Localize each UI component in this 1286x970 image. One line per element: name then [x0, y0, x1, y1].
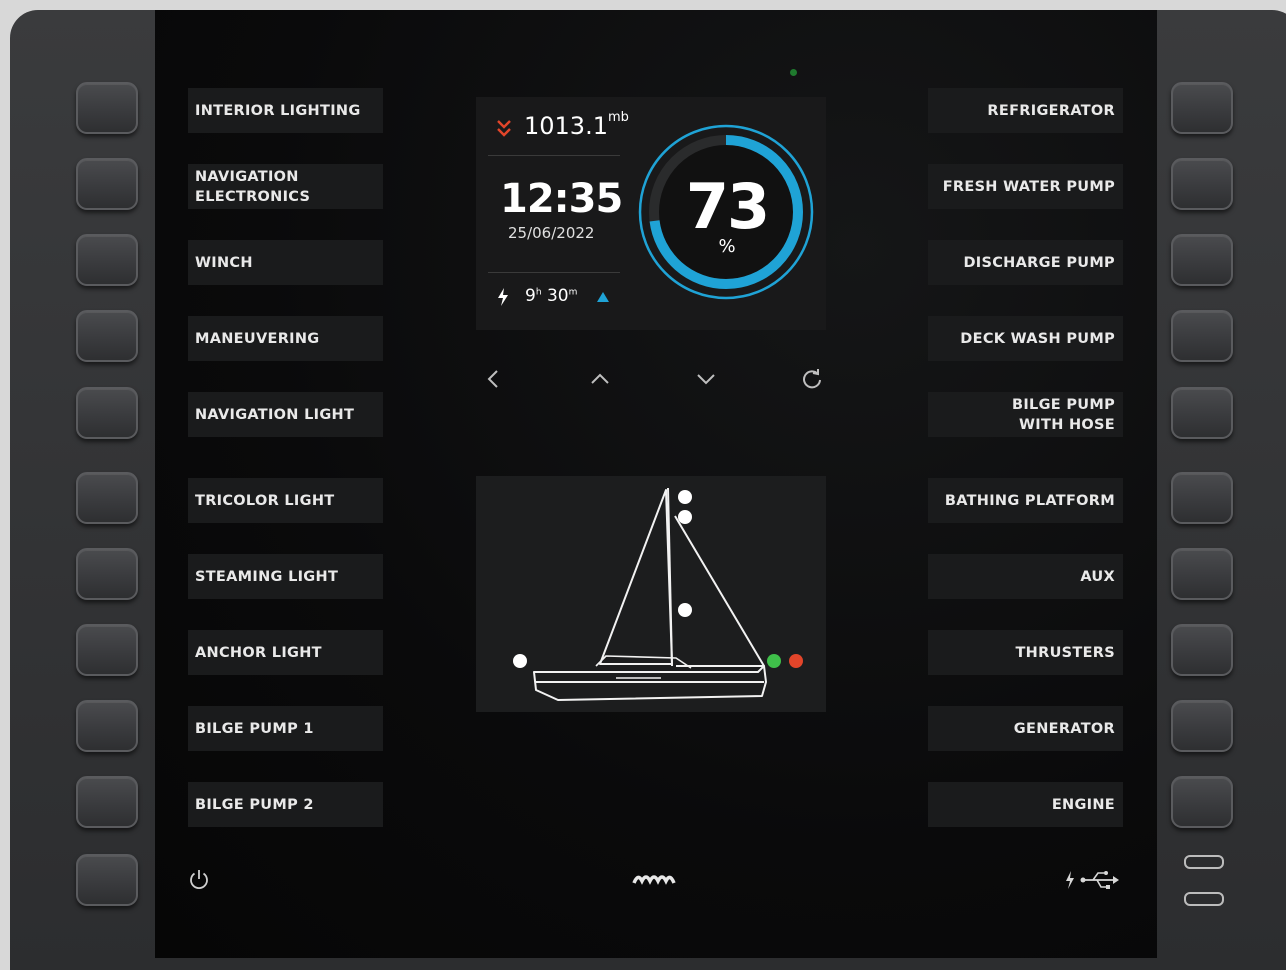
- switch-button-generator[interactable]: [1171, 700, 1233, 752]
- steaming-light-indicator: [678, 603, 692, 617]
- label-anchor-light: ANCHOR LIGHT: [188, 630, 383, 675]
- label-discharge-pump: DISCHARGE PUMP: [928, 240, 1123, 285]
- switch-button-bathing-platform[interactable]: [1171, 472, 1233, 524]
- clock-date: 25/06/2022: [508, 224, 595, 242]
- label-engine: ENGINE: [928, 782, 1123, 827]
- barometric-pressure: 1013.1mb: [524, 110, 629, 140]
- switch-button-fresh-water-pump[interactable]: [1171, 158, 1233, 210]
- switch-button-tricolor-light[interactable]: [76, 472, 138, 524]
- port-light-indicator: [789, 654, 803, 668]
- label-interior-lighting: INTERIOR LIGHTING: [188, 88, 383, 133]
- chevron-up-icon[interactable]: [588, 367, 612, 391]
- switch-button-thrusters[interactable]: [1171, 624, 1233, 676]
- anchor-light-indicator: [513, 654, 527, 668]
- label-deck-wash-pump: DECK WASH PUMP: [928, 316, 1123, 361]
- clock-time: 12:35: [500, 176, 623, 222]
- usb-port-2: [1184, 892, 1224, 906]
- switch-button-interior-lighting[interactable]: [76, 82, 138, 134]
- label-fresh-water-pump: FRESH WATER PUMP: [928, 164, 1123, 209]
- switch-button-navigation-electronics[interactable]: [76, 158, 138, 210]
- label-bilge-pump-2: BILGE PUMP 2: [188, 782, 383, 827]
- divider: [488, 272, 620, 273]
- label-navigation-electronics: NAVIGATION ELECTRONICS: [188, 164, 383, 209]
- power-button[interactable]: [76, 854, 138, 906]
- divider: [488, 155, 620, 156]
- runtime-remaining: 9h 30m: [525, 286, 578, 306]
- switch-button-engine[interactable]: [1171, 776, 1233, 828]
- switch-button-winch[interactable]: [76, 234, 138, 286]
- label-maneuvering: MANEUVERING: [188, 316, 383, 361]
- switch-button-navigation-light[interactable]: [76, 387, 138, 439]
- status-led: [790, 69, 797, 76]
- trend-up-icon: [597, 292, 609, 302]
- switch-button-bilge-pump-with-hose[interactable]: [1171, 387, 1233, 439]
- pressure-unit: mb: [607, 110, 629, 125]
- switch-button-maneuvering[interactable]: [76, 310, 138, 362]
- sailboat-diagram: [513, 487, 803, 701]
- switch-button-bilge-pump-1[interactable]: [76, 700, 138, 752]
- label-steaming-light: STEAMING LIGHT: [188, 554, 383, 599]
- label-bilge-pump-with-hose: BILGE PUMP WITH HOSE: [928, 392, 1123, 437]
- switch-button-aux[interactable]: [1171, 548, 1233, 600]
- label-tricolor-light: TRICOLOR LIGHT: [188, 478, 383, 523]
- label-refrigerator: REFRIGERATOR: [928, 88, 1123, 133]
- switch-button-steaming-light[interactable]: [76, 548, 138, 600]
- refresh-icon[interactable]: [800, 367, 824, 391]
- label-thrusters: THRUSTERS: [928, 630, 1123, 675]
- switch-button-refrigerator[interactable]: [1171, 82, 1233, 134]
- starboard-light-indicator: [767, 654, 781, 668]
- label-generator: GENERATOR: [928, 706, 1123, 751]
- power-icon[interactable]: [187, 867, 211, 891]
- usb-port-1: [1184, 855, 1224, 869]
- masthead-lights: [678, 490, 692, 524]
- double-chevron-down-icon: [497, 120, 511, 137]
- usb-charging-icon: [1066, 871, 1119, 889]
- chevron-left-icon[interactable]: [482, 367, 506, 391]
- label-bilge-pump-1: BILGE PUMP 1: [188, 706, 383, 751]
- switch-button-discharge-pump[interactable]: [1171, 234, 1233, 286]
- switch-button-bilge-pump-2[interactable]: [76, 776, 138, 828]
- label-bathing-platform: BATHING PLATFORM: [928, 478, 1123, 523]
- label-navigation-light: NAVIGATION LIGHT: [188, 392, 383, 437]
- bolt-icon: [498, 288, 508, 306]
- label-winch: WINCH: [188, 240, 383, 285]
- battery-level-value: 73: [685, 170, 770, 243]
- waves-logo-icon: [632, 875, 676, 885]
- battery-level-unit: %: [718, 236, 736, 257]
- chevron-down-icon[interactable]: [694, 367, 718, 391]
- label-aux: AUX: [928, 554, 1123, 599]
- switch-button-deck-wash-pump[interactable]: [1171, 310, 1233, 362]
- switch-button-anchor-light[interactable]: [76, 624, 138, 676]
